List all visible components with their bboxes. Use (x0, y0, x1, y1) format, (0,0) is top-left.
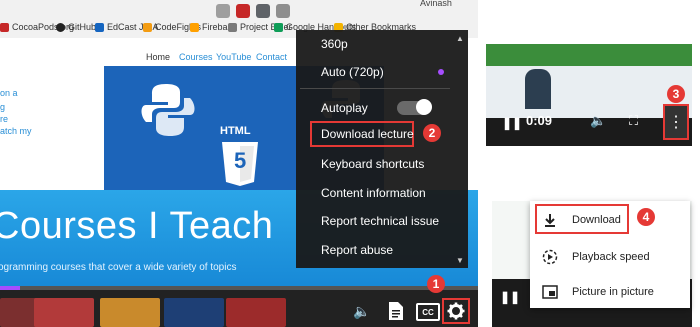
side-text: atch my (0, 126, 32, 136)
mini-player-header (486, 44, 692, 66)
popup-label: Picture in picture (572, 285, 654, 298)
download-highlight (535, 204, 629, 234)
step-badge-4: 4 (637, 208, 655, 226)
fullscreen-icon[interactable]: ⛶ (629, 113, 638, 129)
browser-user: Avinash (420, 0, 452, 8)
transcript-icon[interactable] (388, 301, 404, 321)
html-label: HTML (220, 125, 251, 137)
video-player-screenshot: Avinash CocoaPods.org GitHub EdCast JIRA… (0, 0, 478, 327)
menu-item-360p[interactable]: 360p (296, 32, 456, 56)
popup-item-picture-in-picture[interactable]: Picture in picture (530, 274, 690, 309)
nav-youtube[interactable]: YouTube (216, 52, 251, 62)
playback-time: 0:09 (526, 113, 553, 128)
pause-icon[interactable]: ❚❚ (502, 116, 522, 130)
side-text: re (0, 114, 9, 124)
selected-quality-dot (438, 69, 444, 75)
python-logo-icon (141, 84, 195, 136)
thumbnail[interactable] (226, 298, 286, 327)
menu-item-autoplay[interactable]: Autoplay (296, 96, 456, 120)
menu-item-content-information[interactable]: Content information (296, 181, 456, 205)
menu-item-report-technical-issue[interactable]: Report technical issue (296, 209, 456, 233)
scroll-down-icon[interactable]: ▼ (456, 256, 466, 265)
gear-icon[interactable] (447, 302, 465, 320)
side-text: on a (0, 88, 18, 98)
extension-icon[interactable] (216, 4, 230, 18)
menu-item-keyboard-shortcuts[interactable]: Keyboard shortcuts (296, 152, 456, 176)
step-badge-1: 1 (427, 275, 445, 293)
html5-number: 5 (234, 148, 247, 173)
step-badge-2: 2 (423, 124, 441, 142)
captions-button[interactable]: CC (416, 303, 440, 321)
nav-home[interactable]: Home (146, 52, 170, 62)
scroll-up-icon[interactable]: ▲ (456, 34, 466, 43)
volume-icon[interactable]: 🔈 (352, 301, 372, 321)
popup-label: Playback speed (572, 250, 650, 263)
presenter-image (525, 69, 551, 109)
menu-item-auto-quality[interactable]: Auto (720p) (296, 60, 456, 84)
extension-icon[interactable] (256, 4, 270, 18)
volume-icon[interactable]: 🔈 (590, 113, 606, 129)
more-options-button[interactable]: ⋮ (663, 104, 689, 140)
nav-courses[interactable]: Courses (179, 52, 213, 62)
picture-in-picture-icon (530, 284, 570, 299)
autoplay-toggle-knob (416, 99, 432, 115)
thumbnail[interactable] (100, 298, 160, 327)
extension-icon[interactable] (276, 4, 290, 18)
extension-icon[interactable] (236, 4, 250, 18)
thumbnail[interactable] (34, 298, 94, 327)
courses-title: Courses I Teach (0, 205, 274, 247)
mini-player-video (486, 66, 692, 118)
pause-icon[interactable]: ❚❚ (500, 290, 520, 304)
bookmark-item[interactable]: GitHub (56, 22, 96, 32)
thumbnail[interactable] (164, 298, 224, 327)
courses-subtitle: ogramming courses that cover a wide vari… (0, 262, 237, 273)
menu-item-report-abuse[interactable]: Report abuse (296, 238, 456, 262)
menu-divider (300, 88, 450, 89)
side-text: g (0, 102, 6, 112)
step-badge-3: 3 (667, 85, 685, 103)
playback-speed-icon (530, 249, 570, 265)
popup-item-playback-speed[interactable]: Playback speed (530, 239, 690, 274)
nav-contact[interactable]: Contact (256, 52, 287, 62)
